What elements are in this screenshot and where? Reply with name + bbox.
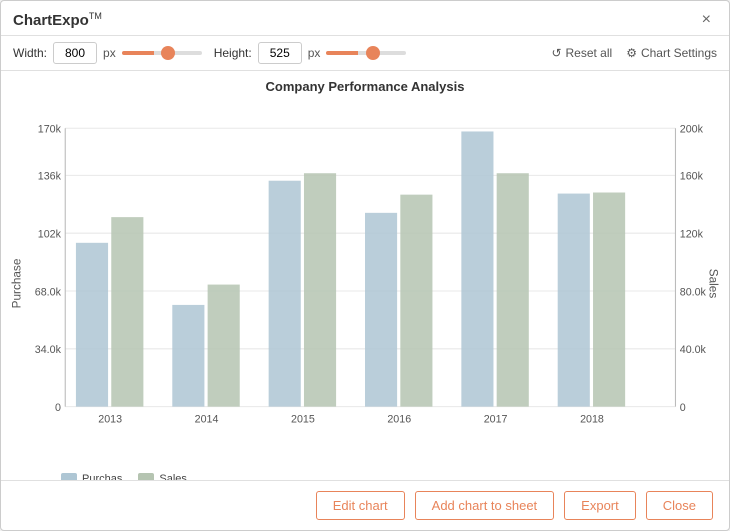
export-button[interactable]: Export [564,491,636,520]
svg-text:2014: 2014 [195,414,219,426]
legend-sales: Sales [138,473,187,480]
svg-text:200k: 200k [680,124,704,136]
width-px-label: px [103,46,116,60]
y-axis-right-label: Sales [707,269,720,299]
chart-svg: Purchase Sales 0 34.0k 68.0k 102k 136k 1… [1,98,729,469]
legend-sales-label: Sales [159,473,187,480]
toolbar-right: ↺ Reset all ⚙ Chart Settings [551,46,717,60]
bar-purchase-2018 [558,194,590,407]
y-axis-left-label: Purchase [10,258,23,308]
reset-all-button[interactable]: ↺ Reset all [551,46,612,60]
dialog-header: ChartExpoTM × [1,1,729,36]
svg-text:2017: 2017 [484,414,508,426]
height-input[interactable] [258,42,302,64]
toolbar: Width: px Height: px ↺ Reset all ⚙ Chart… [1,36,729,71]
svg-text:40.0k: 40.0k [680,344,707,356]
svg-text:0: 0 [55,402,61,414]
bar-purchase-2016 [365,213,397,407]
reset-label: Reset all [566,46,613,60]
bar-sales-2013 [111,217,143,406]
legend-purchase-label: Purchas [82,473,122,480]
svg-text:2018: 2018 [580,414,604,426]
svg-text:2015: 2015 [291,414,315,426]
svg-text:34.0k: 34.0k [35,344,62,356]
svg-text:2013: 2013 [98,414,122,426]
height-px-label: px [308,46,321,60]
width-slider-container [122,51,202,55]
svg-text:102k: 102k [38,228,62,240]
bar-purchase-2014 [172,305,204,407]
bar-purchase-2013 [76,243,108,407]
svg-text:68.0k: 68.0k [35,286,62,298]
svg-text:136k: 136k [38,171,62,183]
chart-settings-button[interactable]: ⚙ Chart Settings [626,46,717,60]
reset-icon: ↺ [551,46,561,60]
bar-sales-2016 [400,195,432,407]
svg-text:160k: 160k [680,171,704,183]
settings-icon: ⚙ [626,46,637,60]
height-slider-container [326,51,406,55]
dialog-container: ChartExpoTM × Width: px Height: px ↺ Res… [0,0,730,531]
settings-label: Chart Settings [641,46,717,60]
svg-text:80.0k: 80.0k [680,286,707,298]
height-label: Height: [214,46,252,60]
height-group: Height: px [214,42,407,64]
width-group: Width: px [13,42,202,64]
close-button[interactable]: Close [646,491,713,520]
svg-text:170k: 170k [38,124,62,136]
legend-purchase-swatch [61,473,77,480]
svg-text:2016: 2016 [387,414,411,426]
dialog-title: ChartExpoTM [13,11,102,29]
bar-sales-2018 [593,193,625,407]
svg-text:120k: 120k [680,228,704,240]
height-slider[interactable] [326,51,406,55]
legend-purchase: Purchas [61,473,122,480]
width-slider[interactable] [122,51,202,55]
legend-area: Purchas Sales [1,469,729,480]
width-label: Width: [13,46,47,60]
bar-sales-2017 [497,173,529,406]
edit-chart-button[interactable]: Edit chart [316,491,405,520]
add-chart-to-sheet-button[interactable]: Add chart to sheet [415,491,555,520]
bar-sales-2014 [208,285,240,407]
bar-purchase-2015 [269,181,301,407]
close-icon[interactable]: × [696,9,717,31]
width-input[interactable] [53,42,97,64]
svg-text:0: 0 [680,402,686,414]
footer: Edit chart Add chart to sheet Export Clo… [1,480,729,530]
chart-title: Company Performance Analysis [1,79,729,94]
chart-area: Company Performance Analysis Purchase Sa… [1,71,729,480]
chart-wrap: Purchase Sales 0 34.0k 68.0k 102k 136k 1… [1,98,729,469]
bar-sales-2015 [304,173,336,406]
bar-purchase-2017 [461,131,493,406]
legend-sales-swatch [138,473,154,480]
